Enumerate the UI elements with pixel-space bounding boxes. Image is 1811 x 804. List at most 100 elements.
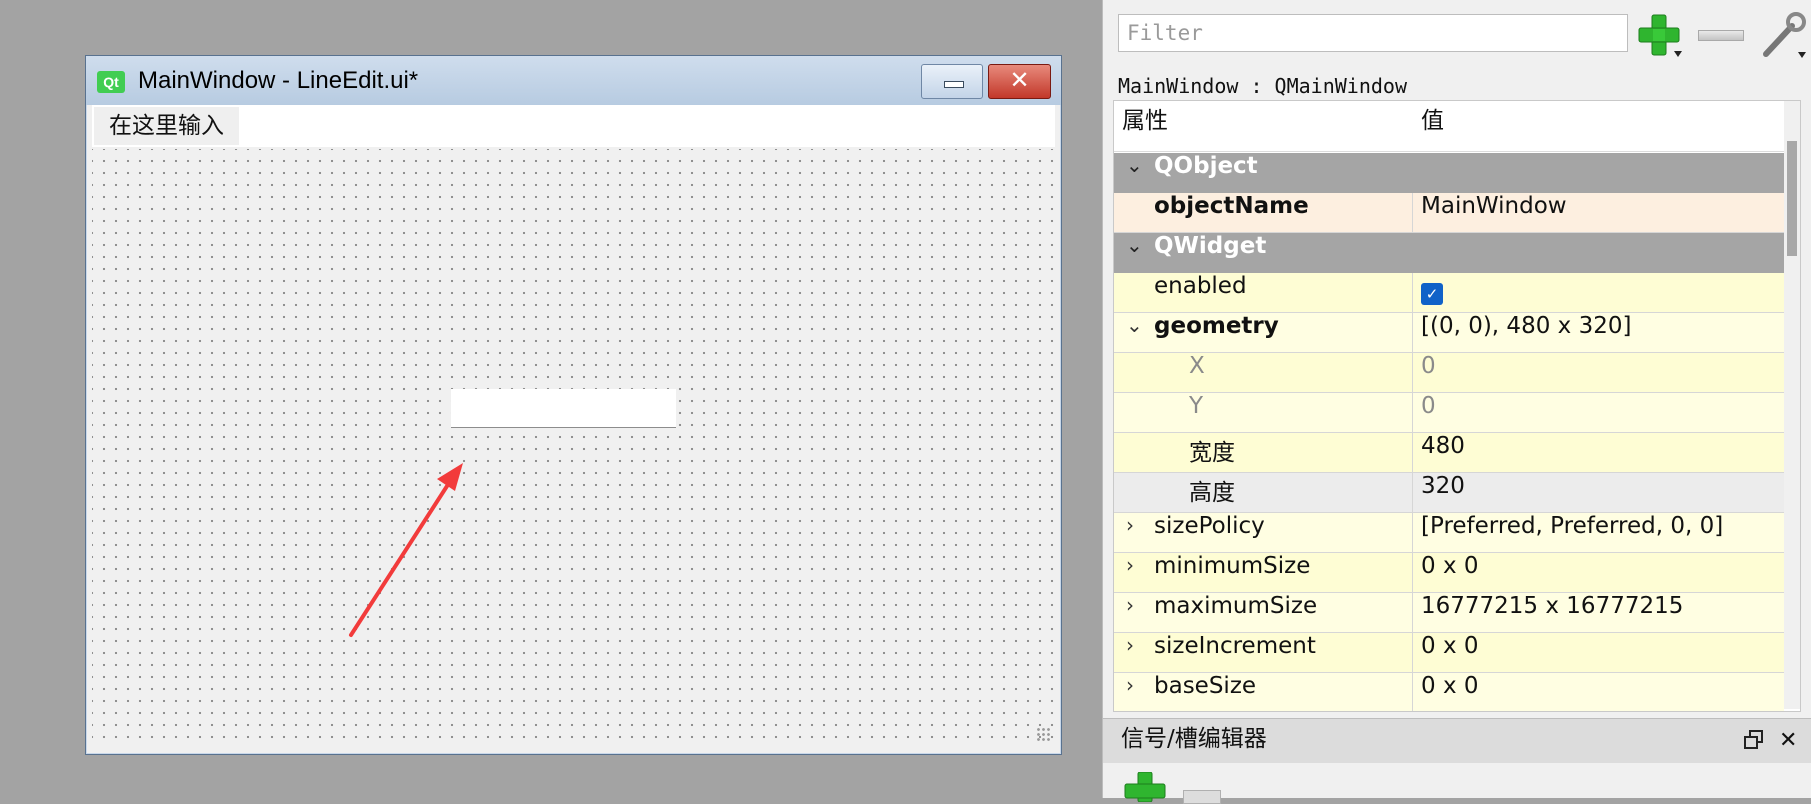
property-value: 16777215 x 16777215 (1421, 593, 1684, 619)
property-name-cell: › maximumSize (1114, 593, 1413, 632)
property-value: MainWindow (1421, 193, 1567, 219)
property-value-cell[interactable]: 0 (1413, 393, 1784, 432)
chevron-right-icon[interactable]: › (1126, 673, 1134, 697)
property-value-cell[interactable]: 0 x 0 (1413, 633, 1784, 672)
chevron-down-icon[interactable]: ⌄ (1126, 233, 1143, 257)
property-value-cell[interactable]: [(0, 0), 480 x 320] (1413, 313, 1784, 352)
property-row[interactable]: objectName MainWindow (1114, 193, 1784, 233)
remove-property-button[interactable] (1698, 30, 1744, 41)
menu-bar[interactable]: 在这里输入 (92, 105, 1055, 147)
wrench-icon (1763, 12, 1806, 57)
property-row[interactable]: enabled ✓ (1114, 273, 1784, 313)
size-grip-icon[interactable] (1036, 727, 1051, 742)
property-name-cell: ⌄ geometry (1114, 313, 1413, 352)
enabled-checkbox[interactable]: ✓ (1421, 283, 1443, 305)
form-canvas[interactable] (92, 149, 1055, 746)
property-name-cell: enabled (1114, 273, 1413, 312)
property-name-cell: › sizeIncrement (1114, 633, 1413, 672)
property-row[interactable]: X0 (1114, 353, 1784, 393)
dropdown-arrow-icon (1798, 52, 1806, 58)
property-value-cell[interactable]: MainWindow (1413, 193, 1784, 232)
property-group-row[interactable]: ⌄ QObject (1114, 153, 1784, 193)
property-name-cell: Y (1114, 393, 1413, 432)
property-row[interactable]: ⌄ geometry [(0, 0), 480 x 320] (1114, 313, 1784, 353)
property-editor-panel: MainWindow : QMainWindow 属性 值 ⌄ QObject ob… (1102, 0, 1811, 804)
minimize-button[interactable] (921, 64, 983, 99)
designer-form-window[interactable]: Qt MainWindow - LineEdit.ui* ✕ 在这里输入 (85, 55, 1062, 755)
property-value-cell[interactable]: [Preferred, Preferred, 0, 0] (1413, 513, 1784, 552)
property-name-cell: 宽度 (1114, 433, 1413, 472)
property-value: 0 x 0 (1421, 673, 1479, 699)
vertical-scrollbar[interactable] (1784, 101, 1800, 709)
scrollbar-thumb[interactable] (1787, 141, 1797, 256)
property-row[interactable]: 高度 320 (1114, 473, 1784, 513)
filter-input[interactable] (1118, 14, 1628, 52)
chevron-right-icon[interactable]: › (1126, 553, 1134, 577)
property-value-cell[interactable]: 0 x 0 (1413, 553, 1784, 592)
property-group-row[interactable]: ⌄ QWidget (1114, 233, 1784, 273)
property-row[interactable]: › sizeIncrement 0 x 0 (1114, 633, 1784, 673)
property-value: [(0, 0), 480 x 320] (1421, 313, 1632, 339)
property-name: baseSize (1154, 673, 1257, 699)
property-value-cell[interactable]: 0 (1413, 353, 1784, 392)
property-rows: ⌄ QObject objectName MainWindow ⌄ QWidget enab… (1114, 153, 1784, 711)
property-value: [Preferred, Preferred, 0, 0] (1421, 513, 1724, 539)
property-value: 0 x 0 (1421, 553, 1479, 579)
column-header-value[interactable]: 值 (1421, 101, 1444, 151)
close-button[interactable]: ✕ (988, 64, 1051, 99)
property-name: minimumSize (1154, 553, 1311, 579)
property-row[interactable]: › sizePolicy [Preferred, Preferred, 0, 0] (1114, 513, 1784, 553)
property-name: sizePolicy (1154, 513, 1265, 539)
property-row[interactable]: › baseSize 0 x 0 (1114, 673, 1784, 711)
property-row[interactable]: 宽度 480 (1114, 433, 1784, 473)
menu-type-here-item[interactable]: 在这里输入 (94, 107, 239, 145)
remove-connection-button[interactable] (1183, 790, 1221, 804)
property-group-label: QWidget (1154, 233, 1267, 259)
property-table[interactable]: 属性 值 ⌄ QObject objectName MainWindow ⌄ QWidge… (1113, 100, 1801, 712)
column-header-property[interactable]: 属性 (1122, 101, 1168, 151)
dropdown-arrow-icon (1674, 51, 1682, 57)
signal-slot-editor-titlebar: 信号/槽编辑器 ✕ (1103, 718, 1811, 763)
plus-icon (1638, 14, 1680, 56)
property-row[interactable]: › maximumSize 16777215 x 16777215 (1114, 593, 1784, 633)
close-dock-icon[interactable]: ✕ (1779, 723, 1797, 759)
property-value: 0 x 0 (1421, 633, 1479, 659)
line-edit-widget[interactable] (451, 389, 676, 428)
chevron-down-icon[interactable]: ⌄ (1126, 313, 1143, 337)
object-class-label: MainWindow : QMainWindow (1118, 74, 1407, 98)
property-value: 480 (1421, 433, 1465, 459)
property-name-cell: X (1114, 353, 1413, 392)
property-row[interactable]: › minimumSize 0 x 0 (1114, 553, 1784, 593)
property-name: Y (1189, 393, 1204, 419)
property-value-cell[interactable]: 16777215 x 16777215 (1413, 593, 1784, 632)
property-name-cell: › minimumSize (1114, 553, 1413, 592)
property-value: 320 (1421, 473, 1465, 499)
float-icon[interactable] (1743, 729, 1765, 751)
property-name-cell: 高度 (1114, 473, 1413, 512)
title-bar[interactable]: Qt MainWindow - LineEdit.ui* ✕ (86, 56, 1061, 105)
property-name: geometry (1154, 313, 1279, 339)
window-title: MainWindow - LineEdit.ui* (138, 67, 419, 94)
property-name: maximumSize (1154, 593, 1318, 619)
chevron-down-icon[interactable]: ⌄ (1126, 153, 1143, 177)
configure-button[interactable] (1758, 12, 1808, 60)
property-name-cell: › sizePolicy (1114, 513, 1413, 552)
property-value-cell[interactable]: ✓ (1413, 273, 1784, 312)
property-name: enabled (1154, 273, 1247, 299)
property-name-cell: objectName (1114, 193, 1413, 232)
add-property-button[interactable] (1636, 13, 1684, 59)
property-name: X (1189, 353, 1205, 379)
property-value-cell[interactable]: 480 (1413, 433, 1784, 472)
property-value: 0 (1421, 353, 1436, 379)
table-header: 属性 值 (1114, 101, 1784, 152)
property-name: objectName (1154, 193, 1309, 219)
property-name-cell: › baseSize (1114, 673, 1413, 711)
property-name: sizeIncrement (1154, 633, 1316, 659)
property-group-label: QObject (1154, 153, 1258, 179)
property-value-cell[interactable]: 0 x 0 (1413, 673, 1784, 711)
property-value-cell[interactable]: 320 (1413, 473, 1784, 512)
property-row[interactable]: Y0 (1114, 393, 1784, 433)
chevron-right-icon[interactable]: › (1126, 513, 1134, 537)
chevron-right-icon[interactable]: › (1126, 633, 1134, 657)
chevron-right-icon[interactable]: › (1126, 593, 1134, 617)
